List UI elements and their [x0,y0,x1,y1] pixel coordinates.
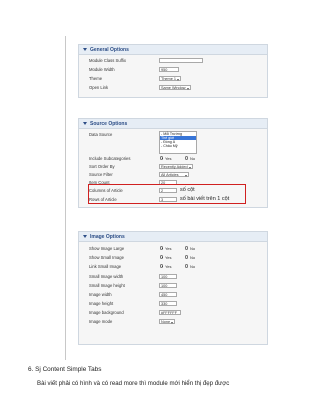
include-subcategories-yes-radio[interactable] [160,156,164,160]
yes-label: Yes [165,255,172,260]
image-options-panel: Image Options Show Image Large Yes No Sh… [78,231,268,345]
small-image-width-label: Small Image width [89,274,124,279]
general-options-title: General Options [90,46,129,53]
show-image-large-label: Show Image Large [89,246,125,251]
sort-order-select[interactable]: Recently Added [159,164,193,169]
data-source-label: Data Source [89,132,113,137]
small-image-width-input[interactable]: 100 [159,274,177,279]
show-image-large-yes-radio[interactable] [160,246,164,250]
yes-label: Yes [165,246,172,251]
link-small-image-no-radio[interactable] [185,264,189,268]
collapse-triangle-icon [83,122,87,125]
image-mode-select[interactable]: None [159,319,175,324]
image-background-label: Image background [89,310,124,315]
image-background-input[interactable]: #FFFFFF [159,310,181,315]
include-subcategories-no-radio[interactable] [185,156,189,160]
show-small-image-no-radio[interactable] [185,255,189,259]
data-source-listbox[interactable]: - Mỗi Trường Thế giới - Đồng Á - Châu Mỹ [159,131,197,154]
include-subcategories-label: Include Subcategories [89,156,131,161]
module-width-label: Module Width [89,67,115,72]
open-link-label: Open Link [89,85,109,90]
collapse-triangle-icon [83,235,87,238]
show-image-large-no-radio[interactable] [185,246,189,250]
show-small-image-label: Show Small Image [89,255,124,260]
yes-label: Yes [165,156,172,161]
no-label: No [190,264,196,269]
sort-order-label: Sort Order By [89,164,115,169]
image-height-input[interactable]: 330 [159,301,177,306]
image-height-label: Image height [89,301,114,306]
source-options-title: Source Options [90,120,128,127]
no-label: No [190,255,196,260]
image-mode-label: Image mode [89,319,113,324]
source-filter-select[interactable]: All Articles [159,172,189,177]
image-width-label: Image width [89,292,112,297]
module-class-suffix-input[interactable] [159,58,203,63]
small-image-height-input[interactable]: 100 [159,283,177,288]
section-paragraph: Bài viết phải có hình và có read more th… [37,380,230,387]
no-label: No [190,246,196,251]
image-width-input[interactable]: 450 [159,292,177,297]
section-heading: 6. Sj Content Simple Tabs [28,366,102,373]
general-options-header[interactable]: General Options [79,45,267,55]
module-settings-screenshot: General Options Module Class Suffix Modu… [65,36,268,360]
yes-label: Yes [165,264,172,269]
source-filter-label: Source Filter [89,172,113,177]
theme-select[interactable]: Theme 1 [159,76,181,81]
annotation-highlight-box [88,184,246,204]
module-class-suffix-label: Module Class Suffix [89,58,126,63]
open-link-select[interactable]: Same Window [159,85,191,90]
no-label: No [190,156,196,161]
source-options-header[interactable]: Source Options [79,119,267,129]
show-small-image-yes-radio[interactable] [160,255,164,259]
source-options-panel: Source Options Data Source - Mỗi Trường … [78,118,268,208]
image-options-title: Image Options [90,233,125,240]
image-options-header[interactable]: Image Options [79,232,267,242]
theme-label: Theme [89,76,103,81]
link-small-image-yes-radio[interactable] [160,264,164,268]
list-item[interactable]: - Châu Mỹ [160,144,196,148]
collapse-triangle-icon [83,48,87,51]
general-options-panel: General Options Module Class Suffix Modu… [78,44,268,98]
small-image-height-label: Small Image height [89,283,125,288]
link-small-image-label: Link Small Image [89,264,122,269]
module-width-input[interactable]: 950 [159,67,179,72]
